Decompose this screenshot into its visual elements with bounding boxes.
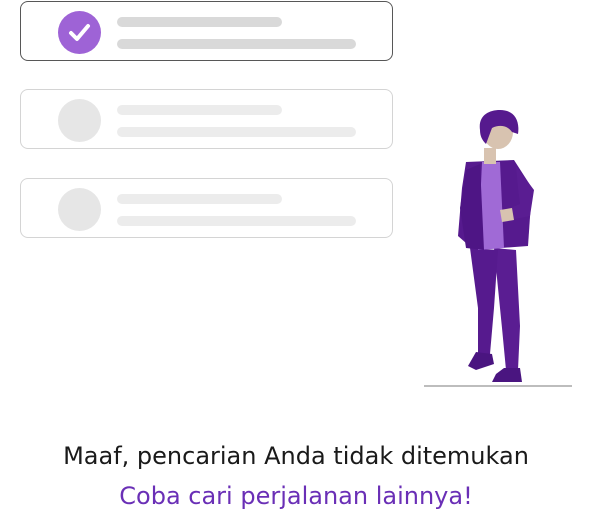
neck — [484, 148, 496, 164]
skeleton-line — [117, 105, 282, 115]
hand — [500, 208, 514, 222]
check-icon — [58, 11, 101, 54]
illustration-card-selected — [20, 1, 393, 61]
skeleton-line — [117, 39, 356, 49]
leg-back — [494, 248, 520, 370]
empty-circle-icon — [58, 99, 101, 142]
skeleton-line — [117, 17, 282, 27]
empty-circle-icon — [58, 188, 101, 231]
illustration-card — [20, 178, 393, 238]
skeleton-line — [117, 127, 356, 137]
shoe-front — [468, 352, 494, 370]
shoe-back — [492, 368, 522, 382]
illustration-card — [20, 89, 393, 149]
empty-state-title: Maaf, pencarian Anda tidak ditemukan — [63, 442, 529, 470]
person-illustration — [424, 110, 572, 387]
leg-front — [470, 248, 498, 354]
skeleton-line — [117, 194, 282, 204]
skeleton-line — [117, 216, 356, 226]
empty-state: Maaf, pencarian Anda tidak ditemukan Cob… — [0, 0, 592, 516]
empty-state-subtitle: Coba cari perjalanan lainnya! — [119, 482, 473, 510]
